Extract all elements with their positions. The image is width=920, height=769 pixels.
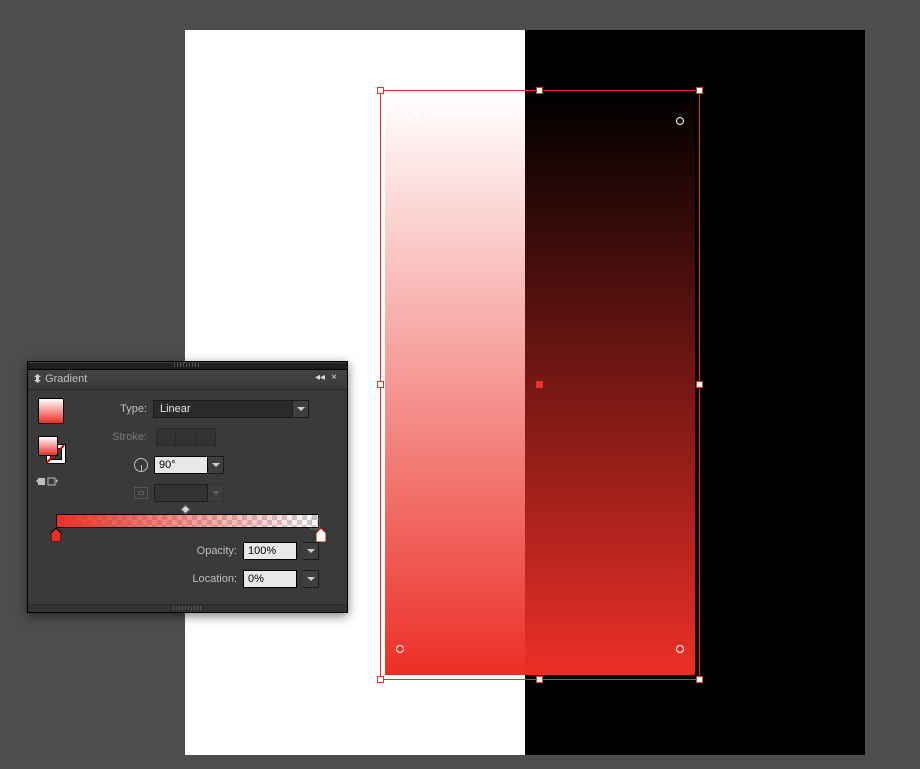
color-stop-left[interactable] [51,528,61,542]
location-row: Location: 0% [38,568,319,590]
aspect-stepper [208,484,224,502]
aspect-input [154,484,208,502]
panel-close-icon[interactable]: × [329,373,339,383]
panel-title: Gradient [45,373,87,385]
type-row: Type: Linear [98,398,337,420]
angle-row: 90° [134,454,337,476]
reverse-gradient-icon[interactable] [36,476,58,488]
type-value: Linear [154,401,292,417]
gradient-panel[interactable]: Gradient ◂◂ × Type: Linear Stroke: [27,361,348,613]
panel-resize-grip[interactable] [28,604,347,612]
stroke-align-3 [196,428,216,446]
panel-header[interactable]: Gradient ◂◂ × [28,370,347,390]
chevron-down-icon [297,407,305,415]
fill-stroke-proxy[interactable] [38,436,66,464]
chevron-down-icon [212,491,220,499]
fill-proxy[interactable] [38,436,58,456]
panel-collapse-icon[interactable]: ◂◂ [315,373,325,383]
panel-drag-bar[interactable] [28,363,347,370]
stroke-align-1 [156,428,176,446]
aspect-row [134,482,337,504]
opacity-stepper[interactable] [303,542,319,560]
gradient-ramp[interactable] [56,514,319,532]
opacity-label: Opacity: [197,545,237,557]
type-dropdown-button[interactable] [292,401,308,417]
location-label: Location: [192,573,237,585]
opacity-row: Opacity: 100% [38,540,319,562]
location-stepper[interactable] [303,570,319,588]
stroke-align-group [156,428,216,446]
location-input[interactable]: 0% [243,570,297,588]
type-dropdown[interactable]: Linear [153,400,309,418]
gradient-rectangle[interactable] [385,95,695,675]
chevron-down-icon [212,463,220,471]
chevron-down-icon [307,549,315,557]
type-label: Type: [98,403,153,415]
stroke-label: Stroke: [98,431,153,443]
angle-icon[interactable] [134,458,148,472]
stroke-row: Stroke: [98,426,337,448]
aspect-icon [134,487,148,499]
midpoint-diamond[interactable] [180,505,190,515]
color-stop-right[interactable] [316,528,326,542]
opacity-input[interactable]: 100% [243,542,297,560]
gradient-swatch[interactable] [38,398,64,424]
delete-stop-icon[interactable] [309,516,321,530]
angle-stepper[interactable] [208,456,224,474]
panel-toggle-icon[interactable] [34,374,41,381]
angle-input[interactable]: 90° [154,456,208,474]
chevron-down-icon [307,577,315,585]
stroke-align-2 [176,428,196,446]
ramp-bar[interactable] [56,514,319,528]
